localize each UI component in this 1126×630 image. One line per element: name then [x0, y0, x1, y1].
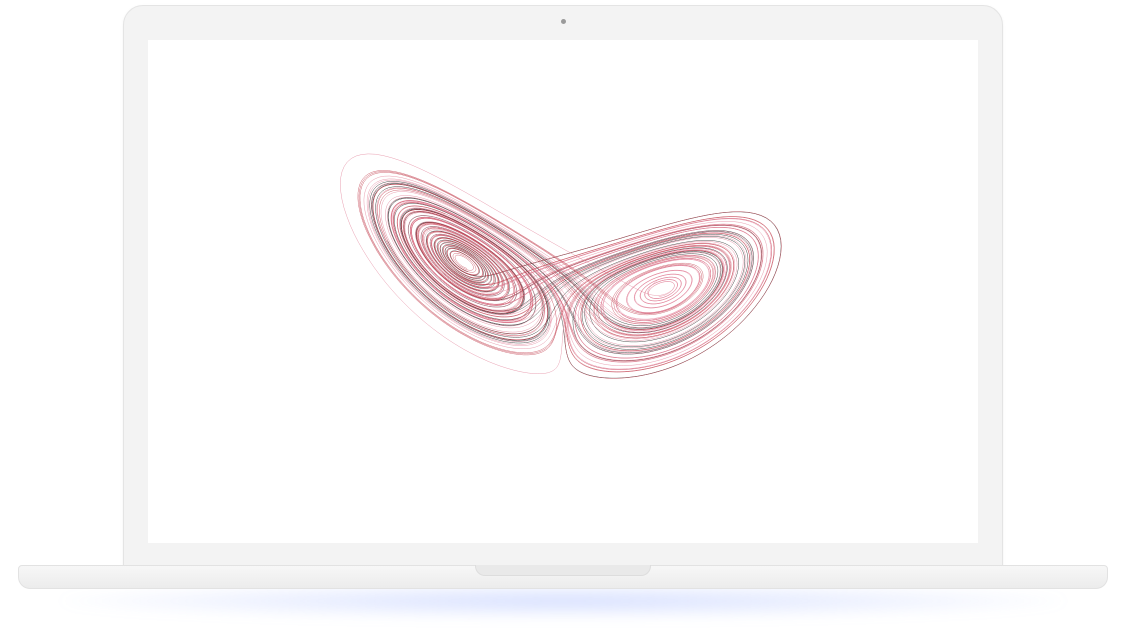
laptop-mockup-scene — [0, 0, 1126, 630]
laptop-screen — [148, 40, 978, 543]
laptop-opening-notch — [475, 565, 651, 576]
lorenz-attractor-plot — [340, 153, 782, 379]
webcam-icon — [561, 19, 566, 24]
attractor-trajectory-2 — [357, 170, 775, 372]
laptop-shadow-glow — [60, 584, 1066, 618]
